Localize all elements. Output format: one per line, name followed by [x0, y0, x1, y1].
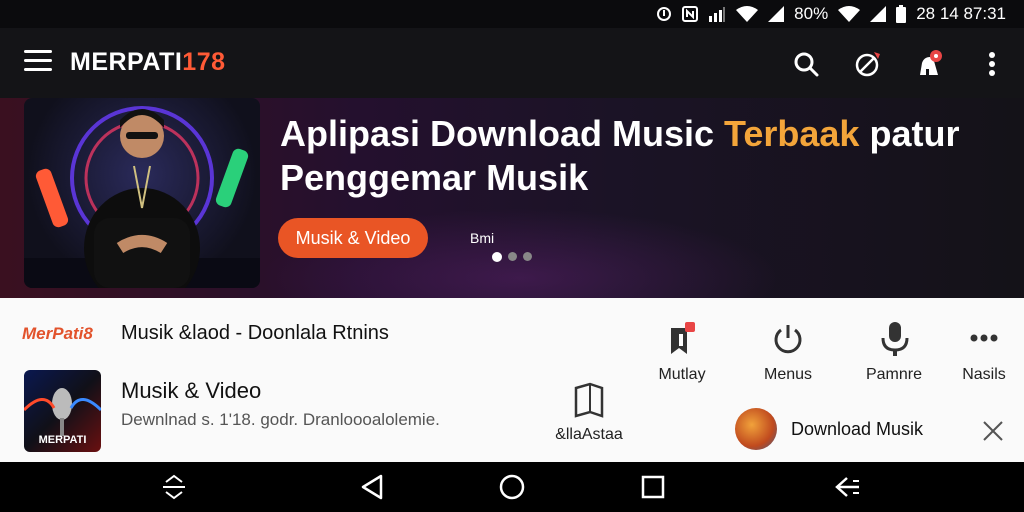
app-bar: MERPATI178 [0, 28, 1024, 98]
thumbnail-caption: MERPATI [38, 434, 87, 446]
carousel-dot[interactable] [523, 252, 532, 261]
brand-logo[interactable]: MERPATI178 [70, 48, 226, 77]
cast-icon[interactable] [850, 46, 886, 82]
brand-number: 178 [182, 48, 226, 76]
carousel-dot[interactable] [508, 252, 517, 261]
home-icon[interactable] [496, 471, 528, 503]
hero-image[interactable] [24, 98, 260, 288]
download-chip-label: Download Musik [791, 418, 924, 439]
carousel-indicator [492, 252, 532, 262]
signal-icon [870, 6, 887, 22]
content-panel: MerPati8 Musik &laod - Doonlala Rtnins M… [0, 298, 1024, 462]
signal-icon [768, 6, 785, 22]
clock-text: 28 14 87:31 [916, 4, 1006, 23]
close-icon[interactable] [980, 418, 1006, 444]
recents-icon[interactable] [637, 471, 669, 503]
nfc-icon [682, 5, 699, 23]
hero-title: Aplipasi Download Music Terbaak patur Pe… [280, 112, 1000, 200]
wifi-icon [736, 6, 759, 22]
sync-icon [656, 5, 672, 23]
power-icon [738, 318, 838, 358]
share-back-icon[interactable] [832, 471, 864, 503]
hero-side-text: Bmi [470, 230, 495, 246]
action-label: Menus [763, 366, 813, 383]
action-label: Pamnre [865, 366, 923, 383]
more-vert-icon[interactable] [974, 46, 1010, 82]
action-nasils[interactable]: Nasils [934, 318, 1024, 384]
battery-icon [896, 5, 907, 23]
feature-line: Musik &laod - Doonlala Rtnins [121, 322, 389, 344]
bookmark-icon [632, 318, 732, 358]
notification-icon[interactable] [912, 46, 948, 82]
item-subtitle: Dewnlnad s. 1'18. godr. Dranloooalolemie… [121, 410, 440, 429]
album-thumbnail[interactable]: MERPATI [24, 370, 101, 452]
status-bar: 80% 28 14 87:31 [0, 0, 1024, 28]
book-icon [544, 382, 634, 420]
appbar-actions [788, 46, 1010, 82]
small-logo: MerPati8 [22, 324, 93, 343]
more-horiz-icon [934, 318, 1024, 358]
action-label: Nasils [962, 366, 1006, 383]
battery-text: 80% [794, 4, 829, 23]
hero-title-part1: Aplipasi Download Music [280, 113, 725, 154]
download-music-chip[interactable]: Download Musik [735, 408, 923, 450]
microphone-icon [844, 318, 944, 358]
carousel-dot[interactable] [492, 252, 502, 262]
back-icon[interactable] [356, 471, 388, 503]
library-button[interactable]: &llaAstaa [544, 382, 634, 444]
music-video-button[interactable]: Musik & Video [278, 218, 428, 258]
action-menus[interactable]: Menus [738, 318, 838, 384]
wifi-icon [838, 6, 861, 22]
library-label: &llaAstaa [555, 426, 623, 443]
item-title[interactable]: Musik & Video [121, 378, 261, 404]
action-pamnre[interactable]: Pamnre [844, 318, 944, 384]
download-app-avatar [735, 408, 777, 450]
hero-title-highlight: Terbaak [724, 113, 860, 154]
signal-icon [708, 6, 726, 22]
system-nav-bar [0, 462, 1024, 512]
action-mutlay[interactable]: Mutlay [632, 318, 732, 384]
action-label: Mutlay [658, 366, 706, 383]
hero-banner[interactable]: Aplipasi Download Music Terbaak patur Pe… [0, 98, 1024, 298]
brand-main: MERPATI [70, 48, 183, 76]
search-icon[interactable] [788, 46, 824, 82]
menu-icon[interactable] [24, 50, 52, 74]
status-icons: 80% 28 14 87:31 [656, 4, 1006, 24]
expand-icon[interactable] [158, 471, 190, 503]
